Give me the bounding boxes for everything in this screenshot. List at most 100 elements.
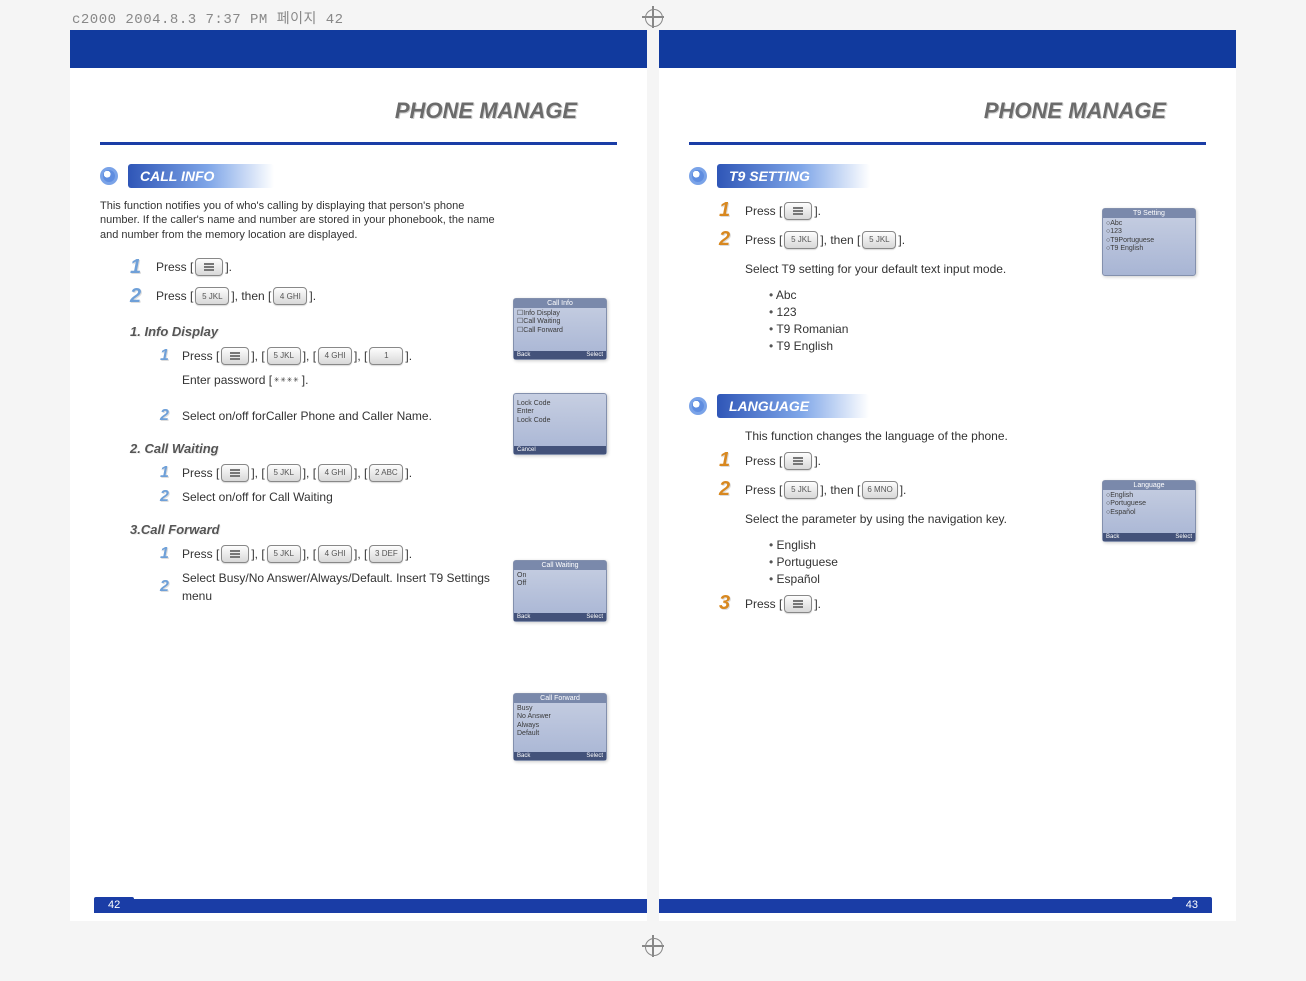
key-4-icon: 4 GHI	[318, 347, 352, 365]
page-top-bar	[659, 30, 1236, 68]
title-underline	[100, 142, 617, 145]
step-text: Press [ ].	[156, 258, 232, 276]
language-step1: 1 Press [ ].	[719, 449, 1206, 472]
step-text: Press [ ], [ 5 JKL ], [ 4 GHI ], [ 2 ABC…	[182, 464, 412, 482]
call-waiting-step2: 2 Select on/off for Call Waiting	[160, 488, 617, 506]
menu-key-icon	[221, 347, 249, 365]
section-title: LANGUAGE	[717, 394, 869, 418]
list-item: Español	[769, 572, 1206, 586]
menu-key-icon	[195, 258, 223, 276]
section-title: T9 SETTING	[717, 164, 870, 188]
key-5-icon: 5 JKL	[784, 231, 818, 249]
screenshot-language: Language ○English ○Portuguese ○Español B…	[1102, 480, 1196, 542]
password-text: Enter password [ ✳✳✳✳ ].	[182, 373, 308, 387]
key-5-icon: 5 JKL	[267, 545, 301, 563]
language-intro: This function changes the language of th…	[745, 429, 1206, 443]
step-text: Select T9 setting for your default text …	[745, 262, 1006, 276]
key-1-icon: 1	[369, 347, 403, 365]
step-text: Press [ ].	[745, 595, 821, 613]
key-4-icon: 4 GHI	[318, 464, 352, 482]
step-number: 2	[160, 488, 182, 506]
step-text: Press [ 5 JKL ], then [ 4 GHI ].	[156, 287, 316, 305]
subheading-call-forward: 3.Call Forward	[130, 522, 617, 537]
info-display-password: . Enter password [ ✳✳✳✳ ].	[160, 371, 617, 389]
page-num-strip	[94, 899, 647, 913]
page-number: 43	[1172, 897, 1212, 913]
menu-key-icon	[784, 452, 812, 470]
step-text: Select the parameter by using the naviga…	[745, 512, 1007, 526]
list-item: T9 Romanian	[769, 322, 1206, 336]
step-text: Press [ ].	[745, 452, 821, 470]
menu-key-icon	[221, 464, 249, 482]
call-info-intro: This function notifies you of who's call…	[100, 199, 500, 242]
step-text: Select on/off forCaller Phone and Caller…	[182, 407, 432, 425]
section-call-info-header: CALL INFO	[100, 163, 617, 189]
page-42: PHONE MANAGE CALL INFO This function not…	[70, 30, 647, 921]
step-text: Press [ ], [ 5 JKL ], [ 4 GHI ], [ 1 ].	[182, 347, 412, 365]
key-2-icon: 2 ABC	[369, 464, 403, 482]
menu-key-icon	[784, 202, 812, 220]
menu-key-icon	[784, 595, 812, 613]
registration-mark-top	[642, 6, 664, 28]
t9-options: Abc 123 T9 Romanian T9 English	[769, 288, 1206, 353]
key-5-icon: 5 JKL	[267, 464, 301, 482]
step-number: 1	[160, 347, 182, 365]
list-item: Abc	[769, 288, 1206, 302]
key-3-icon: 3 DEF	[369, 545, 403, 563]
screenshot-t9-setting: T9 Setting ○Abc ○123 ○T9Portuguese ○T9 E…	[1102, 208, 1196, 276]
step-number: 2	[160, 407, 182, 425]
key-4-icon: 4 GHI	[273, 287, 307, 305]
step-text: Press [ 5 JKL ], then [ 6 MNO ].	[745, 481, 906, 499]
section-t9-header: T9 SETTING	[689, 163, 1206, 189]
call-info-step1: 1 Press [ ].	[130, 256, 617, 279]
page-title: PHONE MANAGE	[689, 98, 1166, 124]
call-waiting-step1: 1 Press [ ], [ 5 JKL ], [ 4 GHI ], [ 2 A…	[160, 464, 617, 482]
title-underline	[689, 142, 1206, 145]
menu-key-icon	[221, 545, 249, 563]
step-number: 2	[719, 478, 745, 501]
key-5-icon: 5 JKL	[862, 231, 896, 249]
list-item: T9 English	[769, 339, 1206, 353]
step-text: Press [ ].	[745, 202, 821, 220]
step-number: 2	[719, 228, 745, 251]
key-5-icon: 5 JKL	[784, 481, 818, 499]
page-top-bar	[70, 30, 647, 68]
screenshot-lock-code: Lock Code Enter Lock Code Cancel	[513, 393, 607, 455]
step-number: 1	[160, 464, 182, 482]
step-text: Press [ 5 JKL ], then [ 5 JKL ].	[745, 231, 905, 249]
list-item: Portuguese	[769, 555, 1206, 569]
step-text: Select on/off for Call Waiting	[182, 490, 333, 504]
list-item: 123	[769, 305, 1206, 319]
step-number: 1	[160, 545, 182, 563]
step-number: 1	[719, 199, 745, 222]
intro-text: This function changes the language of th…	[745, 429, 1008, 443]
registration-mark-bottom	[642, 935, 664, 957]
screenshot-call-forward: Call Forward Busy No Answer Always Defau…	[513, 693, 607, 761]
step-number: 3	[719, 592, 745, 615]
bullet-icon	[689, 167, 707, 185]
bullet-icon	[689, 397, 707, 415]
page-number: 42	[94, 897, 134, 913]
key-6-icon: 6 MNO	[862, 481, 897, 499]
key-4-icon: 4 GHI	[318, 545, 352, 563]
step-number: 2	[160, 578, 182, 596]
step-number: 1	[719, 449, 745, 472]
step-text: Press [ ], [ 5 JKL ], [ 4 GHI ], [ 3 DEF…	[182, 545, 412, 563]
screenshot-call-waiting: Call Waiting On Off BackSelect	[513, 560, 607, 622]
step-number: 1	[130, 256, 156, 279]
key-5-icon: 5 JKL	[267, 347, 301, 365]
language-step3: 3 Press [ ].	[719, 592, 1206, 615]
page-43: PHONE MANAGE T9 SETTING 1 Press [ ]. 2 P…	[659, 30, 1236, 921]
screenshot-call-info: Call Info ☐Info Display ☐Call Waiting ☐C…	[513, 298, 607, 360]
bullet-icon	[100, 167, 118, 185]
page-title: PHONE MANAGE	[100, 98, 577, 124]
print-header: c2000 2004.8.3 7:37 PM 페이지 42	[72, 8, 344, 28]
section-title: CALL INFO	[128, 164, 274, 188]
page-spread: PHONE MANAGE CALL INFO This function not…	[70, 30, 1236, 921]
page-num-strip	[659, 899, 1212, 913]
key-5-icon: 5 JKL	[195, 287, 229, 305]
step-text: Select Busy/No Answer/Always/Default. In…	[182, 569, 512, 605]
section-language-header: LANGUAGE	[689, 393, 1206, 419]
language-options: English Portuguese Español	[769, 538, 1206, 586]
step-number: 2	[130, 285, 156, 308]
